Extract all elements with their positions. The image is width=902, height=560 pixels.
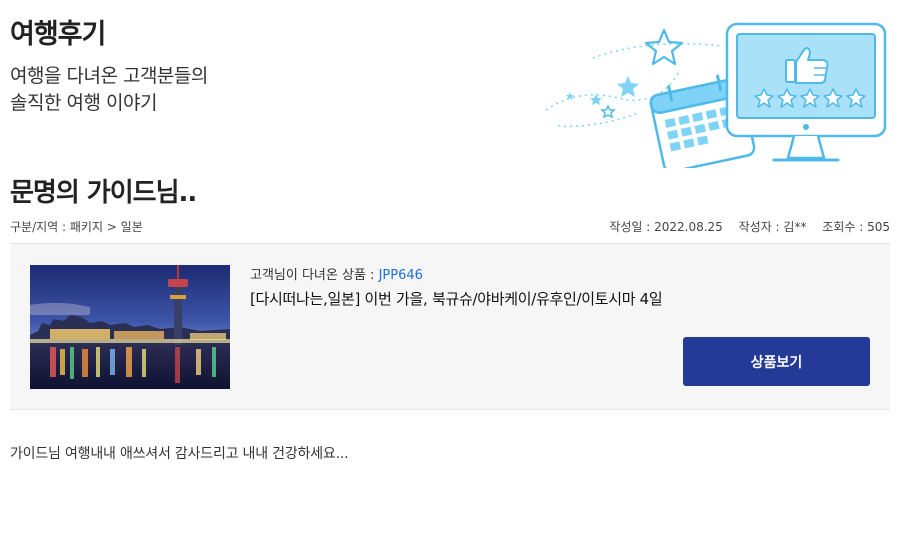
product-code-link[interactable]: JPP646: [379, 268, 423, 283]
post-category: 구분/지역 : 패키지 > 일본: [10, 220, 143, 234]
product-label: 고객님이 다녀온 상품 : JPP646: [250, 264, 423, 283]
review-illustration: [545, 22, 887, 168]
page-title: 여행후기: [10, 19, 106, 50]
product-thumbnail[interactable]: [30, 265, 230, 389]
subtitle-line-1: 여행을 다녀온 고객분들의: [10, 65, 208, 87]
page-subtitle: 여행을 다녀온 고객분들의 솔직한 여행 이야기: [10, 63, 208, 117]
view-product-button[interactable]: 상품보기: [683, 337, 870, 386]
post-views: 조회수 : 505: [822, 220, 890, 234]
post-title: 문명의 가이드님..: [10, 178, 197, 208]
page-header: 여행후기 여행을 다녀온 고객분들의 솔직한 여행 이야기: [0, 0, 902, 170]
subtitle-line-2: 솔직한 여행 이야기: [10, 92, 157, 114]
product-label-text: 고객님이 다녀온 상품 :: [250, 268, 379, 283]
post-date: 작성일 : 2022.08.25: [609, 220, 723, 234]
post-author: 작성자 : 김**: [738, 220, 807, 234]
post-meta: 구분/지역 : 패키지 > 일본 작성일 : 2022.08.25 작성자 : …: [10, 216, 890, 236]
star-outline-icon: [644, 28, 684, 66]
review-body: 가이드님 여행내내 애쓰셔서 감사드리고 내내 건강하세요...: [10, 446, 349, 462]
night-harbor-image: [30, 265, 230, 389]
product-name[interactable]: [다시떠나는,일본] 이번 가을, 북규슈/야바케이/유후인/이토시마 4일: [250, 288, 663, 309]
post-info: 작성일 : 2022.08.25 작성자 : 김** 조회수 : 505: [597, 218, 890, 235]
product-card: 고객님이 다녀온 상품 : JPP646 [다시떠나는,일본] 이번 가을, 북…: [10, 244, 890, 410]
